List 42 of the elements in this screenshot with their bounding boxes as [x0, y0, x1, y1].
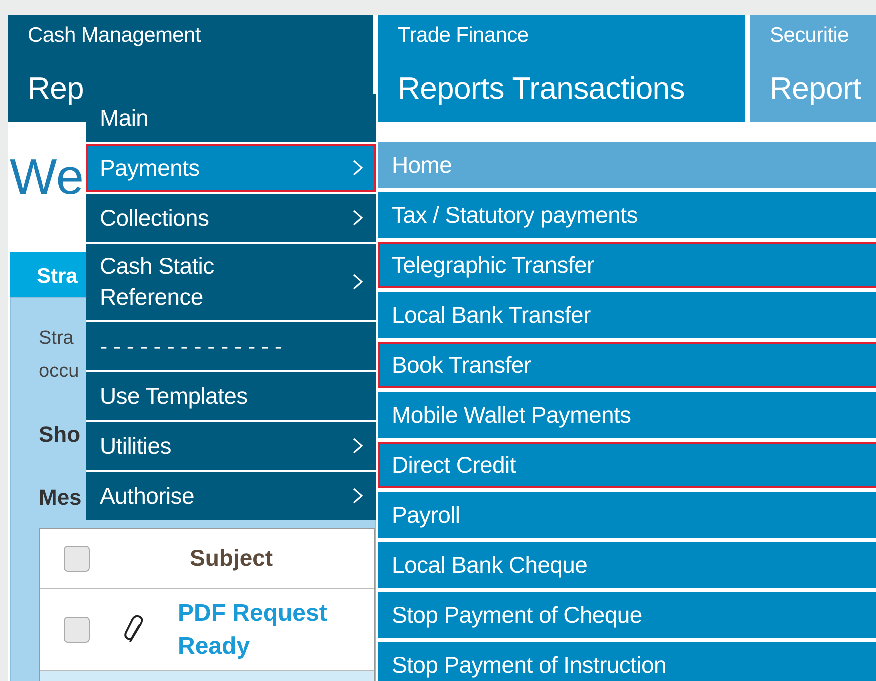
submenu-item[interactable]: Book Transfer	[378, 342, 876, 388]
tab-title: Rep	[28, 70, 85, 108]
top-tab[interactable]: Securitie Report	[750, 15, 876, 122]
tab-category: Securitie	[770, 23, 850, 49]
submenu-item[interactable]: Direct Credit	[378, 442, 876, 488]
paperclip-icon	[124, 614, 146, 644]
tab-category: Trade Finance	[398, 23, 530, 49]
submenu-item[interactable]: Mobile Wallet Payments	[378, 392, 876, 438]
menu-item[interactable]: Payments	[86, 144, 376, 192]
chevron-right-icon	[352, 273, 364, 291]
show-label: Sho	[39, 421, 81, 449]
top-tab[interactable]: Trade Finance Reports Transactions	[378, 15, 745, 122]
panel-tab[interactable]: Stra	[10, 252, 86, 297]
chevron-right-icon	[352, 487, 364, 505]
menu-item[interactable]: Main	[86, 94, 376, 142]
menu-item[interactable]: Collections	[86, 194, 376, 242]
menu-item[interactable]: Cash Static Reference	[86, 244, 376, 320]
submenu-item[interactable]: Home	[378, 142, 876, 188]
menu-item[interactable]: Utilities	[86, 422, 376, 470]
submenu-item[interactable]: Tax / Statutory payments	[378, 192, 876, 238]
description-text: Stra occu	[39, 327, 80, 384]
submenu-item[interactable]: Stop Payment of Instruction	[378, 642, 876, 681]
chevron-right-icon	[352, 159, 364, 177]
submenu-item[interactable]: Payroll	[378, 492, 876, 538]
tab-title: Report	[770, 70, 862, 108]
submenu-item[interactable]: Local Bank Transfer	[378, 292, 876, 338]
checkbox[interactable]	[64, 616, 90, 642]
chevron-right-icon	[352, 437, 364, 455]
page-heading: We	[10, 152, 84, 202]
chevron-right-icon	[352, 209, 364, 227]
checkbox[interactable]	[64, 546, 90, 572]
tab-title: Reports Transactions	[398, 70, 686, 108]
messages-label: Mes	[39, 484, 82, 512]
submenu-item[interactable]: Stop Payment of Cheque	[378, 592, 876, 638]
menu-item[interactable]: Authorise	[86, 472, 376, 520]
menu-item[interactable]: Use Templates	[86, 372, 376, 420]
column-header: Subject	[190, 544, 274, 574]
tab-category: Cash Management	[28, 23, 202, 49]
submenu-item[interactable]: Local Bank Cheque	[378, 542, 876, 588]
submenu-item[interactable]: Telegraphic Transfer	[378, 242, 876, 288]
message-link[interactable]: PDF Request Ready	[178, 596, 358, 662]
menu-item[interactable]: - - - - - - - - - - - - - -	[86, 322, 376, 370]
